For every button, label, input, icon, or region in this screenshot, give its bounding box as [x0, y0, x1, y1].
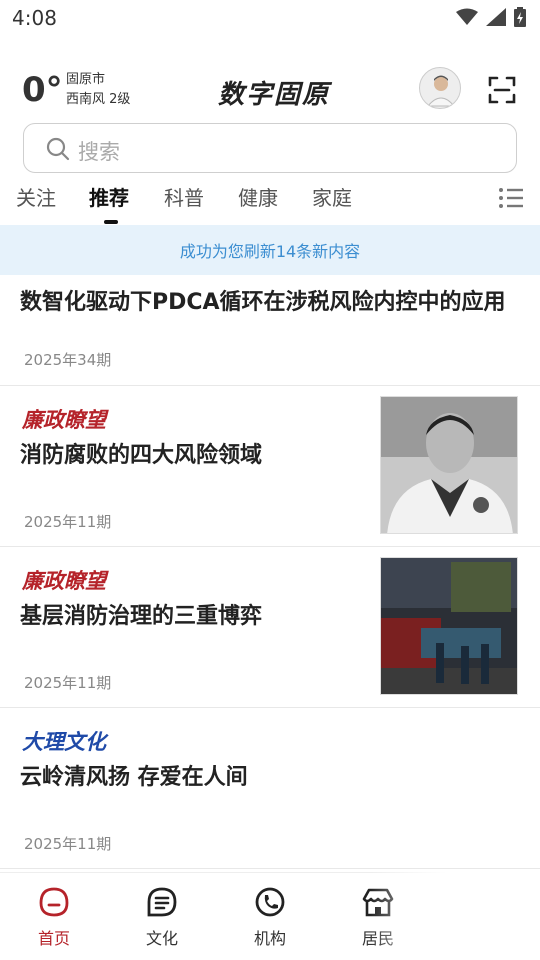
article-date: 2025年11期: [24, 513, 112, 531]
user-avatar-icon: [426, 75, 456, 107]
battery-icon: [514, 7, 526, 27]
status-bar: 4:08: [0, 0, 540, 38]
article-title: 消防腐败的四大风险领域: [20, 443, 263, 468]
article-date: 2025年11期: [24, 835, 112, 853]
article-tag: 廉政瞭望: [22, 568, 106, 593]
category-tabs: 关注 推荐 科普 健康 家庭: [0, 178, 540, 224]
tab-recommend[interactable]: 推荐: [89, 182, 129, 211]
refresh-banner: 成功为您刷新14条新内容: [0, 225, 540, 275]
nav-fade-overlay: [370, 872, 540, 960]
article-date: 2025年34期: [24, 351, 112, 369]
article-item[interactable]: 大理文化 云岭清风扬 存爱在人间 2025年11期: [0, 708, 540, 869]
institution-icon: [255, 887, 285, 917]
weather-info[interactable]: 固原市 西南风 2级: [66, 70, 130, 110]
wind-info: 西南风 2级: [66, 92, 131, 107]
signal-icon: [486, 8, 506, 26]
article-thumbnail: [380, 557, 518, 695]
tab-menu-icon[interactable]: [498, 186, 524, 210]
article-title: 云岭清风扬 存爱在人间: [20, 765, 248, 790]
status-time: 4:08: [12, 6, 57, 30]
article-item[interactable]: 数智化驱动下PDCA循环在涉税风险内控中的应用 2025年34期: [0, 275, 540, 386]
article-item[interactable]: 廉政瞭望 基层消防治理的三重博弈 2025年11期: [0, 547, 540, 708]
temperature: 0°: [22, 70, 63, 110]
tab-follow[interactable]: 关注: [16, 182, 56, 211]
article-title: 基层消防治理的三重博弈: [20, 604, 263, 629]
tab-science[interactable]: 科普: [164, 182, 204, 211]
officer-portrait-icon: [381, 397, 517, 533]
article-title: 数智化驱动下PDCA循环在涉税风险内控中的应用: [20, 290, 506, 315]
status-icons: [456, 7, 526, 27]
article-tag: 大理文化: [22, 729, 106, 754]
nav-institution[interactable]: 机构: [235, 885, 305, 949]
avatar[interactable]: [419, 67, 461, 109]
nav-home[interactable]: 首页: [19, 885, 89, 949]
header: 0° 固原市 西南风 2级 数字固原: [0, 64, 540, 116]
fire-scene-photo-icon: [381, 558, 517, 694]
article-thumbnail: [380, 396, 518, 534]
nav-label: 首页: [37, 929, 70, 948]
city-name: 固原市: [66, 72, 106, 87]
article-item[interactable]: 廉政瞭望 消防腐败的四大风险领域 2025年11期: [0, 386, 540, 547]
article-tag: 廉政瞭望: [22, 407, 106, 432]
wifi-icon: [456, 8, 478, 25]
scan-icon[interactable]: [488, 76, 516, 104]
article-date: 2025年11期: [24, 674, 112, 692]
search-icon: [46, 137, 70, 161]
home-icon: [39, 887, 69, 917]
tab-health[interactable]: 健康: [238, 182, 278, 211]
nav-label: 文化: [145, 929, 178, 948]
nav-label: 机构: [253, 929, 286, 948]
app-logo: 数字固原: [218, 80, 331, 110]
search-input[interactable]: 搜索: [23, 123, 517, 173]
search-placeholder: 搜索: [78, 140, 120, 164]
nav-culture[interactable]: 文化: [127, 885, 197, 949]
tab-active-indicator: [104, 220, 118, 224]
culture-icon: [147, 887, 177, 917]
tab-family[interactable]: 家庭: [312, 182, 352, 211]
